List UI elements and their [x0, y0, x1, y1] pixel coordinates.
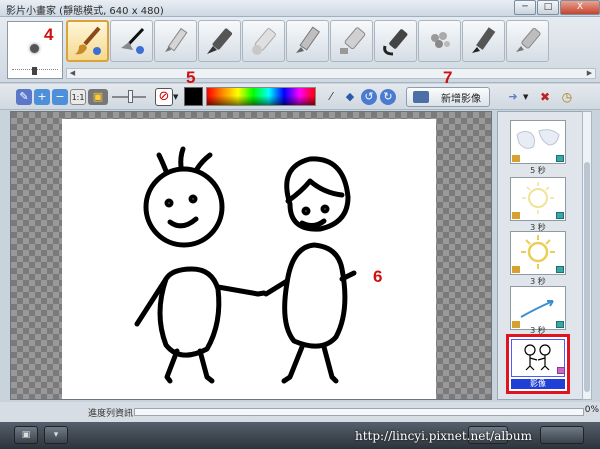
pastel-icon — [471, 27, 495, 53]
chalk-tool[interactable] — [242, 20, 285, 62]
annotation-6: 6 — [373, 267, 383, 286]
oil-brush-icon — [515, 28, 541, 52]
color-bar: ✎ + − 1:1 ▣ ⊘ ▼ 5 ⁄ ◆ ↺ ↻ 新增影像 7 ➜ ▼ ✖ ◷ — [0, 68, 600, 110]
eraser-icon — [382, 29, 407, 56]
frame-scrollbar[interactable] — [582, 111, 592, 400]
frame-scrollbar-thumb[interactable] — [584, 162, 590, 392]
pastel-tool[interactable] — [462, 20, 505, 62]
annotation-4: 4 — [44, 25, 54, 44]
status-bar: 進度列資訊 0% — [0, 402, 600, 422]
stick-figure-drawing — [134, 146, 357, 384]
stamp-icon — [120, 27, 144, 54]
frame-thumbnail-selected[interactable]: 影像 — [506, 334, 570, 394]
close-dialog-button[interactable] — [540, 426, 584, 444]
progress-bar: 0% — [134, 405, 599, 416]
sprayer-tool[interactable] — [418, 20, 461, 62]
maximize-button[interactable]: □ — [537, 0, 559, 15]
crayon-tool[interactable] — [286, 20, 329, 62]
bottom-bar: ▣ ▾ http://lincyi.pixnet.net/album — [0, 422, 600, 449]
canvas-area: 6 — [10, 111, 492, 400]
crown-icon — [512, 212, 520, 219]
frame-type-icon — [557, 367, 565, 374]
close-button[interactable]: X — [560, 0, 600, 15]
timer-icon[interactable]: ◷ — [559, 89, 575, 105]
brush-toolbar: 4 ◀ ▶ — [0, 17, 600, 83]
progress-percent: 0% — [584, 405, 599, 415]
tool-scrollbar[interactable]: ◀ ▶ — [66, 68, 596, 79]
window-controls: ─ □ X — [513, 0, 600, 16]
add-image-button[interactable]: 新增影像 — [406, 87, 490, 107]
crown-icon — [512, 266, 520, 273]
move-frame-icon[interactable]: ➜ — [503, 89, 523, 105]
zoom-in-icon[interactable]: + — [34, 89, 50, 105]
color-dropdown-icon[interactable]: ▼ — [173, 93, 178, 101]
title-bar: 影片小畫家 (靜態模式, 640 x 480) ─ □ X — [0, 0, 600, 17]
frame-thumbnail-3[interactable] — [510, 231, 566, 275]
oil-brush-tool[interactable] — [506, 20, 549, 62]
marker-tool[interactable] — [198, 20, 241, 62]
highlighter-icon — [339, 27, 365, 54]
zoom-out-icon[interactable]: − — [52, 89, 68, 105]
watermark-url: http://lincyi.pixnet.net/album — [355, 429, 532, 443]
camera-dropdown-icon[interactable]: ▾ — [44, 426, 68, 444]
paintbrush-tool[interactable] — [66, 20, 109, 62]
eraser-tool[interactable] — [374, 20, 417, 62]
color-spectrum[interactable] — [206, 87, 316, 106]
frame-duration: 5 秒 — [530, 166, 546, 175]
stamp-tool[interactable] — [110, 20, 153, 62]
frame-type-icon — [556, 212, 564, 219]
eyedropper-icon[interactable]: ⁄ — [323, 89, 339, 105]
add-image-label: 新增影像 — [441, 93, 481, 105]
move-dropdown-icon[interactable]: ▼ — [523, 93, 528, 101]
brush-size-handle[interactable] — [32, 67, 37, 75]
pencil-tool[interactable] — [154, 20, 197, 62]
crown-icon — [512, 155, 520, 162]
highlighter-tool[interactable] — [330, 20, 373, 62]
annotation-5: 5 — [186, 68, 196, 87]
minimize-button[interactable]: ─ — [514, 0, 536, 15]
window-title: 影片小畫家 (靜態模式, 640 x 480) — [6, 6, 164, 17]
actual-size-icon[interactable]: 1:1 — [70, 89, 86, 105]
redo-icon[interactable]: ↻ — [380, 89, 396, 105]
brush-size-preview[interactable] — [7, 21, 63, 79]
camera-icon — [413, 91, 429, 103]
crayon-icon — [295, 26, 320, 53]
scroll-right-icon[interactable]: ▶ — [584, 69, 595, 78]
no-color-icon[interactable]: ⊘ — [155, 88, 173, 106]
frame-thumbnail-4[interactable] — [510, 286, 566, 330]
undo-icon[interactable]: ↺ — [361, 89, 377, 105]
delete-frame-icon[interactable]: ✖ — [537, 89, 553, 105]
frame-thumbnail-2[interactable] — [510, 177, 566, 221]
camera-settings-icon[interactable]: ▣ — [14, 426, 38, 444]
sprayer-icon — [430, 32, 450, 48]
scroll-left-icon[interactable]: ◀ — [67, 69, 78, 78]
zoom-slider-handle[interactable] — [128, 90, 133, 103]
frame-thumbnail-1[interactable] — [510, 120, 566, 164]
marker-icon — [206, 28, 232, 54]
paintbrush-icon — [74, 26, 101, 55]
fill-bucket-icon[interactable]: ◆ — [342, 89, 358, 105]
drawing-canvas[interactable] — [62, 119, 436, 399]
frame-type-icon — [556, 155, 564, 162]
brush-dot — [30, 44, 39, 53]
pencil-icon — [164, 27, 187, 52]
edit-icon[interactable]: ✎ — [16, 89, 32, 105]
chalk-icon — [251, 28, 276, 55]
annotation-7: 7 — [443, 68, 453, 87]
frame-label-selected: 影像 — [511, 379, 565, 389]
tool-strip — [66, 20, 596, 64]
progress-label: 進度列資訊 — [88, 409, 134, 419]
background-image-icon[interactable]: ▣ — [88, 89, 108, 105]
frame-list: 5 秒 3 秒 3 秒 3 秒 影像 — [497, 111, 592, 400]
frame-type-icon — [556, 266, 564, 273]
current-color-swatch[interactable] — [184, 87, 203, 106]
